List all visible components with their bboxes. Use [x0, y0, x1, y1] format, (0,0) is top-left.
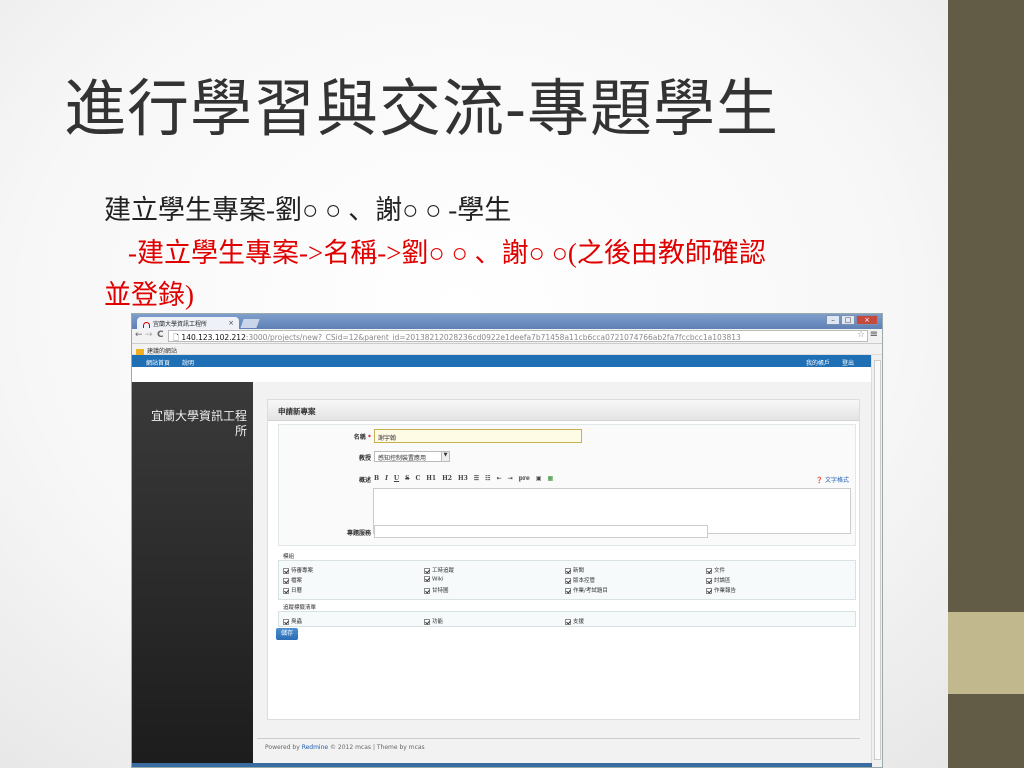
page-heading: 申請新專案 — [268, 400, 859, 421]
italic-button[interactable]: I — [385, 475, 388, 482]
unordered-list-icon[interactable]: ☰ — [474, 475, 479, 482]
text-format-link[interactable]: ❓ 文字格式 — [816, 475, 849, 484]
url-path: :3000/projects/new?_CSid=12&parent_id=20… — [245, 333, 741, 342]
module-checkbox[interactable]: 新聞 — [565, 566, 584, 574]
teacher-select[interactable]: 感知控制裝置應用 ▼ — [374, 451, 450, 462]
tracker-checkbox[interactable]: 臭蟲 — [283, 617, 302, 625]
module-checkbox[interactable]: 日曆 — [283, 586, 302, 594]
bullet-2-line-1: -建立學生專案->名稱->劉○ ○ 、謝○ ○(之後由教師確認 — [128, 238, 766, 268]
h2-button[interactable]: H2 — [442, 475, 452, 482]
trackers-fieldset: 追蹤標籤清單 臭蟲 功能 支援 — [278, 603, 856, 627]
h3-button[interactable]: H3 — [458, 475, 468, 482]
outdent-icon[interactable]: ⇤ — [497, 475, 502, 482]
menu-home-link[interactable]: 網站首頁 — [146, 360, 170, 367]
tracker-checkbox[interactable]: 支援 — [565, 617, 584, 625]
underline-button[interactable]: U — [394, 475, 399, 482]
folder-icon — [136, 348, 144, 355]
new-project-panel: 申請新專案 名稱 * 謝宇翰 教授 感知控制裝置應用 ▼ 概述 B I U S … — [267, 399, 860, 720]
teacher-label: 教授 — [358, 455, 371, 462]
bullet-2: -建立學生專案->名稱->劉○ ○ 、謝○ ○(之後由教師確認 並登錄) — [104, 232, 924, 316]
site-name: 宜蘭大學資訊工程所 — [150, 409, 247, 438]
pre-button[interactable]: pre — [519, 475, 530, 482]
redmine-link[interactable]: Redmine — [302, 744, 328, 751]
chevron-down-icon: ▼ — [441, 452, 449, 461]
project-form: 名稱 * 謝宇翰 教授 感知控制裝置應用 ▼ 概述 B I U S C H1 H… — [278, 424, 856, 546]
browser-menu-icon[interactable]: ≡ — [870, 329, 878, 340]
new-tab-button[interactable] — [240, 319, 260, 328]
browser-titlebar: 宜蘭大學資訊工程所 × – □ × — [132, 314, 882, 329]
module-checkbox[interactable]: 待審專案 — [283, 566, 313, 574]
h1-button[interactable]: H1 — [426, 475, 436, 482]
os-taskbar — [132, 763, 872, 767]
browser-tab[interactable]: 宜蘭大學資訊工程所 × — [137, 317, 239, 329]
redmine-footer: Powered by Redmine © 2012 mcas | Theme b… — [257, 738, 860, 758]
footer-prefix: Powered by — [265, 744, 302, 751]
browser-window: 宜蘭大學資訊工程所 × – □ × ← → C 🗋 140.123.102.21… — [131, 313, 883, 768]
name-label: 名稱 * — [353, 434, 371, 441]
url-host: 140.123.102.212 — [181, 333, 246, 342]
homepage-label: 專題服務 — [346, 530, 371, 537]
scrollbar-thumb[interactable] — [874, 360, 881, 760]
redmine-top-menu: 網站首頁 說明 我的帳戶 登出 — [132, 355, 882, 367]
minimize-button[interactable]: – — [826, 315, 840, 325]
redmine-favicon-icon — [143, 321, 150, 328]
maximize-button[interactable]: □ — [841, 315, 855, 325]
tab-close-icon[interactable]: × — [228, 319, 234, 327]
slide-title: 進行學習與交流-專題學生 — [64, 72, 779, 145]
help-icon: ❓ — [815, 477, 824, 484]
decorative-bar-top — [948, 0, 1024, 612]
menu-my-account-link[interactable]: 我的帳戶 — [806, 360, 830, 367]
modules-fieldset: 模組 待審專案 工時追蹤 新聞 文件 檔案 Wiki 版本控管 討論區 日曆 甘… — [278, 552, 856, 600]
module-checkbox[interactable]: 作業/考試題目 — [565, 586, 608, 594]
bullet-1: 建立學生專案-劉○ ○ 、謝○ ○ -學生 — [104, 195, 512, 225]
page-icon: 🗋 — [173, 333, 180, 342]
module-checkbox[interactable]: 甘特圖 — [424, 586, 449, 594]
tracker-checkbox[interactable]: 功能 — [424, 617, 443, 625]
window-controls: – □ × — [825, 315, 878, 325]
browser-toolbar: ← → C 🗋 140.123.102.212:3000/projects/ne… — [132, 329, 882, 344]
link-icon[interactable]: ▣ — [536, 475, 542, 482]
page-scrollbar[interactable] — [871, 355, 882, 767]
modules-legend: 模組 — [281, 552, 297, 560]
decorative-bar-bottom — [948, 694, 1024, 768]
strike-button[interactable]: S — [405, 475, 409, 482]
back-arrow-icon[interactable]: ← — [135, 330, 143, 340]
trackers-legend: 追蹤標籤清單 — [281, 603, 319, 611]
reload-icon[interactable]: C — [157, 330, 164, 340]
bookmark-suggested-sites[interactable]: 建議的網站 — [147, 348, 177, 355]
redmine-sidebar: 宜蘭大學資訊工程所 — [132, 382, 253, 767]
decorative-bar-accent — [948, 612, 1024, 694]
bookmark-star-icon[interactable]: ☆ — [857, 331, 865, 340]
module-checkbox[interactable]: 文件 — [706, 566, 725, 574]
forward-arrow-icon[interactable]: → — [145, 330, 153, 340]
bullet-2-line-2: 並登錄) — [104, 280, 194, 310]
module-checkbox[interactable]: 討論區 — [706, 576, 731, 584]
bookmarks-bar: 建議的網站 — [132, 344, 882, 355]
menu-help-link[interactable]: 說明 — [182, 360, 194, 367]
indent-icon[interactable]: ⇥ — [508, 475, 513, 482]
module-checkbox[interactable]: Wiki — [424, 576, 444, 583]
module-checkbox[interactable]: 作業報告 — [706, 586, 736, 594]
description-label: 概述 — [358, 477, 371, 484]
code-button[interactable]: C — [415, 475, 420, 482]
tab-title: 宜蘭大學資訊工程所 — [153, 321, 208, 328]
bold-button[interactable]: B — [374, 475, 379, 482]
homepage-input[interactable] — [374, 525, 708, 538]
module-checkbox[interactable]: 版本控管 — [565, 576, 595, 584]
module-checkbox[interactable]: 檔案 — [283, 576, 302, 584]
save-button[interactable]: 儲存 — [276, 628, 298, 640]
url-bar[interactable]: 🗋 140.123.102.212:3000/projects/new?_CSi… — [168, 330, 868, 342]
footer-suffix: © 2012 mcas | Theme by mcas — [328, 744, 425, 751]
wiki-toolbar: B I U S C H1 H2 H3 ☰ ☷ ⇤ ⇥ pre ▣ ▦ — [374, 473, 634, 483]
image-icon[interactable]: ▦ — [547, 475, 553, 482]
redmine-body: 宜蘭大學資訊工程所 申請新專案 名稱 * 謝宇翰 教授 感知控制裝置應用 ▼ 概… — [132, 382, 872, 767]
module-checkbox[interactable]: 工時追蹤 — [424, 566, 454, 574]
ordered-list-icon[interactable]: ☷ — [485, 475, 490, 482]
project-name-input[interactable]: 謝宇翰 — [374, 429, 582, 443]
close-window-button[interactable]: × — [856, 315, 878, 325]
teacher-select-value: 感知控制裝置應用 — [378, 455, 427, 462]
menu-logout-link[interactable]: 登出 — [842, 360, 854, 367]
